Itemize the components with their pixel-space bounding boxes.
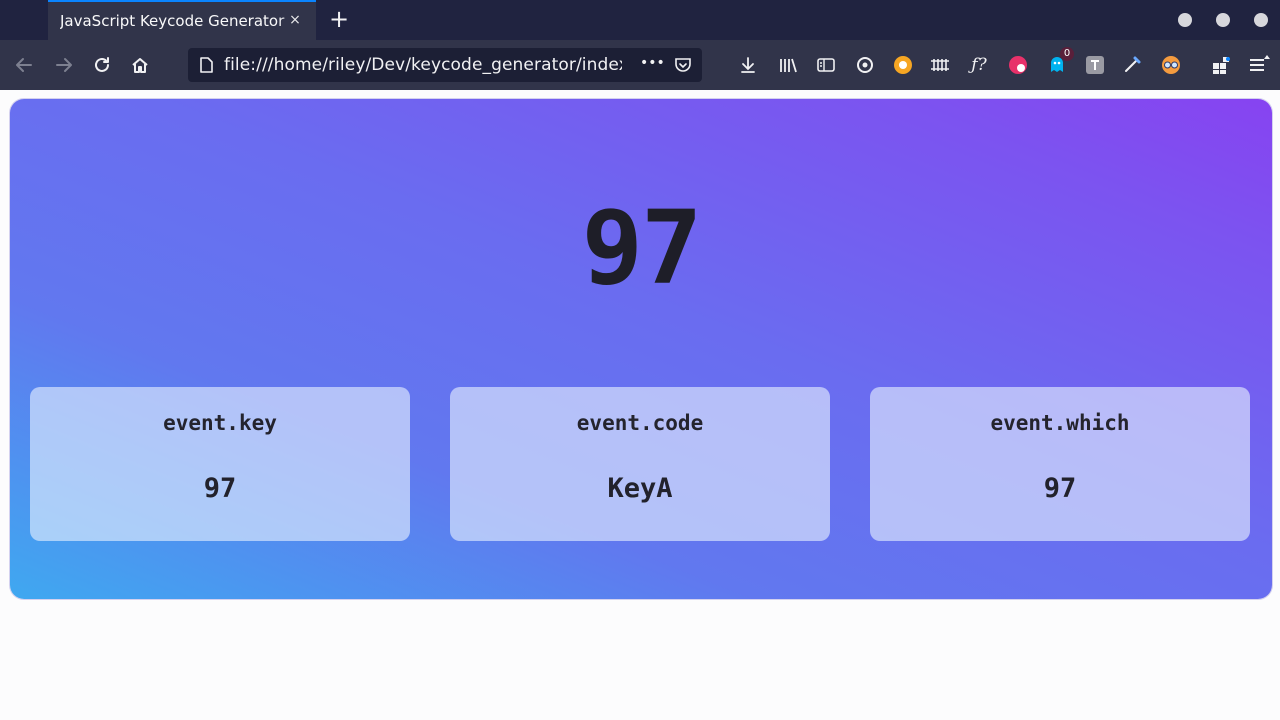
page-icon xyxy=(200,57,213,73)
home-button[interactable] xyxy=(127,52,153,78)
extension-pink-icon[interactable] xyxy=(1007,54,1029,76)
library-icon[interactable] xyxy=(777,54,799,76)
pocket-icon[interactable] xyxy=(674,56,692,74)
back-button[interactable] xyxy=(11,52,37,78)
card-title: event.code xyxy=(576,411,704,435)
forward-button[interactable] xyxy=(51,52,77,78)
download-icon[interactable] xyxy=(737,54,759,76)
keycode-display: 97 xyxy=(581,189,703,308)
card-value: 97 xyxy=(203,473,237,504)
extension-badge: 0 xyxy=(1060,47,1074,61)
tab-active[interactable]: JavaScript Keycode Generator xyxy=(48,0,316,40)
sidebar-icon[interactable] xyxy=(815,54,837,76)
card-value: KeyA xyxy=(607,473,673,504)
card-value: 97 xyxy=(1043,473,1077,504)
card-event-which: event.which 97 xyxy=(870,387,1250,541)
card-title: event.which xyxy=(990,411,1130,435)
extension-orange-icon[interactable] xyxy=(892,54,914,76)
tab-title: JavaScript Keycode Generator xyxy=(60,12,285,30)
window-maximize-button[interactable] xyxy=(1216,13,1230,27)
new-tab-button[interactable]: + xyxy=(326,6,352,34)
page-actions-button[interactable]: ••• xyxy=(640,48,665,82)
url-text[interactable]: file:///home/riley/Dev/keycode_generator… xyxy=(224,48,622,82)
nav-bar: file:///home/riley/Dev/keycode_generator… xyxy=(0,40,1280,90)
window-close-button[interactable] xyxy=(1254,13,1268,27)
reload-button[interactable] xyxy=(89,52,115,78)
url-bar[interactable]: file:///home/riley/Dev/keycode_generator… xyxy=(188,48,702,82)
extension-translate-icon[interactable] xyxy=(1084,54,1106,76)
card-event-code: event.code KeyA xyxy=(450,387,830,541)
reload-icon xyxy=(95,57,109,72)
home-icon xyxy=(132,58,148,73)
window-minimize-button[interactable] xyxy=(1178,13,1192,27)
card-event-key: event.key 97 xyxy=(30,387,410,541)
page-content: 97 event.key 97 event.code KeyA event.wh… xyxy=(0,90,1280,720)
color-picker-icon[interactable] xyxy=(1121,54,1143,76)
keycode-panel: 97 event.key 97 event.code KeyA event.wh… xyxy=(10,99,1272,599)
extension-icon[interactable] xyxy=(854,54,876,76)
tab-close-icon[interactable]: × xyxy=(287,12,303,28)
tab-strip: JavaScript Keycode Generator × + xyxy=(0,0,1280,40)
extensions-puzzle-icon[interactable] xyxy=(1210,54,1232,76)
extension-glasses-icon[interactable] xyxy=(1160,54,1182,76)
back-arrow-icon xyxy=(16,58,32,72)
function-icon[interactable]: ƒ? xyxy=(968,54,990,76)
card-title: event.key xyxy=(163,411,277,435)
menu-icon[interactable] xyxy=(1248,54,1270,76)
forward-arrow-icon xyxy=(56,58,72,72)
script-icon[interactable] xyxy=(929,54,951,76)
